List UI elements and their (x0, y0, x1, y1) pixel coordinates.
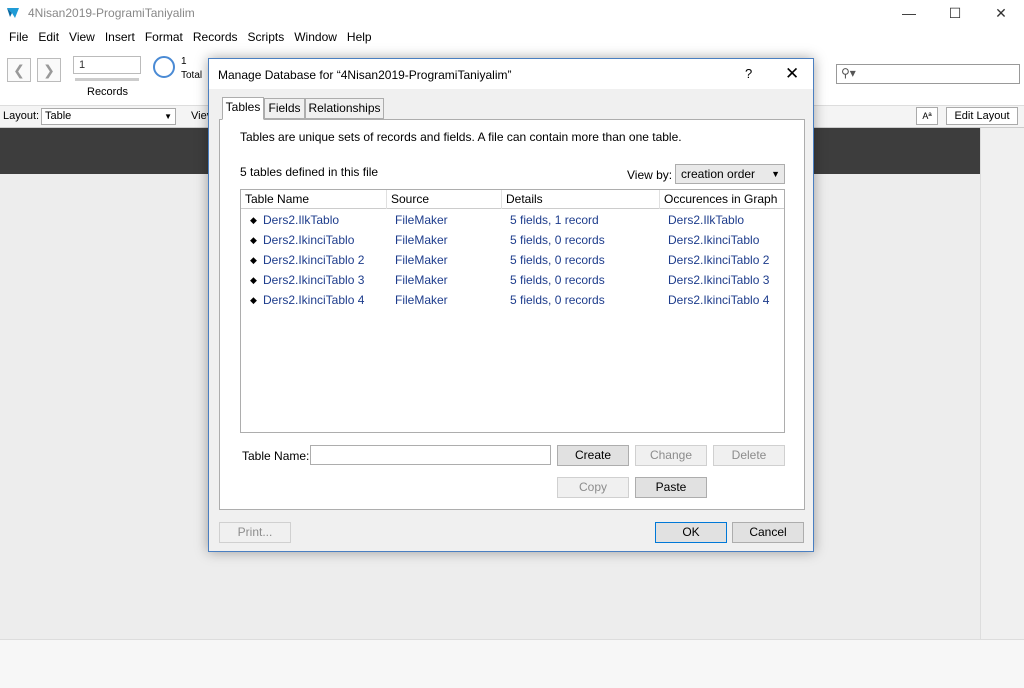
details-cell: 5 fields, 0 records (510, 293, 605, 307)
ok-button[interactable]: OK (655, 522, 727, 543)
table-name-cell: Ders2.IkinciTablo 3 (263, 273, 365, 287)
layout-select-value: Table (45, 110, 72, 122)
occurrences-cell: Ders2.IlkTablo (668, 213, 745, 227)
layout-label: Layout: (3, 110, 40, 122)
window-title: 4Nisan2019-ProgramiTaniyalim (28, 6, 195, 20)
maximize-icon[interactable]: ☐ (932, 0, 978, 26)
source-cell: FileMaker (395, 293, 448, 307)
menu-scripts[interactable]: Scripts (243, 30, 290, 44)
cancel-button[interactable]: Cancel (732, 522, 804, 543)
tables-description: Tables are unique sets of records and fi… (240, 130, 682, 144)
table-name-cell: Ders2.IlkTablo (263, 213, 340, 227)
occurrences-cell: Ders2.IkinciTablo 4 (668, 293, 770, 307)
table-name-label: Table Name: (242, 449, 310, 463)
quick-find-input[interactable]: ⚲▾ (836, 64, 1020, 84)
drag-handle-icon[interactable]: ◆ (250, 250, 257, 270)
minimize-icon[interactable]: — (886, 0, 932, 26)
total-label: Total (181, 70, 203, 81)
drag-handle-icon[interactable]: ◆ (250, 210, 257, 230)
copy-button[interactable]: Copy (557, 477, 629, 498)
column-header-source[interactable]: Source (387, 190, 502, 209)
tables-list[interactable]: Table Name Source Details Occurences in … (240, 189, 785, 433)
print-button[interactable]: Print... (219, 522, 291, 543)
chevron-left-icon: ❮ (13, 61, 25, 78)
chevron-right-icon: ❯ (43, 61, 55, 78)
table-name-cell: Ders2.IkinciTablo (263, 233, 355, 247)
table-name-cell: Ders2.IkinciTablo 2 (263, 253, 365, 267)
tab-tables[interactable]: Tables (222, 97, 264, 120)
tab-fields[interactable]: Fields (264, 98, 305, 119)
menu-format[interactable]: Format (140, 30, 188, 44)
menu-view[interactable]: View (64, 30, 100, 44)
search-icon: ⚲▾ (841, 66, 856, 80)
table-row[interactable]: ◆ Ders2.IkinciTablo 2 FileMaker 5 fields… (241, 250, 784, 270)
menu-window[interactable]: Window (289, 30, 342, 44)
menu-edit[interactable]: Edit (33, 30, 64, 44)
menu-records[interactable]: Records (188, 30, 243, 44)
column-header-details[interactable]: Details (502, 190, 660, 209)
occurrences-cell: Ders2.IkinciTablo 2 (668, 253, 770, 267)
details-cell: 5 fields, 0 records (510, 233, 605, 247)
chevron-down-icon: ▼ (771, 169, 780, 179)
menu-bar: File Edit View Insert Format Records Scr… (0, 26, 1024, 48)
drag-handle-icon[interactable]: ◆ (250, 270, 257, 290)
menu-file[interactable]: File (4, 30, 33, 44)
paste-button[interactable]: Paste (635, 477, 707, 498)
menu-help[interactable]: Help (342, 30, 377, 44)
tables-panel: Tables are unique sets of records and fi… (219, 119, 805, 510)
source-cell: FileMaker (395, 233, 448, 247)
previous-record-button[interactable]: ❮ (7, 58, 31, 82)
drag-handle-icon[interactable]: ◆ (250, 230, 257, 250)
source-cell: FileMaker (395, 273, 448, 287)
filemaker-icon (7, 8, 19, 18)
change-button[interactable]: Change (635, 445, 707, 466)
table-name-cell: Ders2.IkinciTablo 4 (263, 293, 365, 307)
current-record-input[interactable]: 1 (73, 56, 141, 74)
dialog-title: Manage Database for “4Nisan2019-Programi… (218, 68, 512, 82)
occurrences-cell: Ders2.IkinciTablo (668, 233, 760, 247)
app-titlebar: 4Nisan2019-ProgramiTaniyalim — ☐ ✕ (0, 0, 1024, 26)
source-cell: FileMaker (395, 213, 448, 227)
tables-count: 5 tables defined in this file (240, 165, 379, 179)
view-by-label: View by: (627, 168, 673, 182)
details-cell: 5 fields, 0 records (510, 273, 605, 287)
dialog-close-icon[interactable]: ✕ (785, 64, 799, 84)
delete-button[interactable]: Delete (713, 445, 785, 466)
create-button[interactable]: Create (557, 445, 629, 466)
record-pie-icon (153, 56, 175, 78)
manage-database-dialog: Manage Database for “4Nisan2019-Programi… (208, 58, 814, 552)
total-count: 1 (181, 56, 187, 67)
table-name-input[interactable] (310, 445, 551, 465)
records-label: Records (87, 86, 128, 98)
record-slider[interactable] (75, 78, 139, 81)
view-by-select[interactable]: creation order ▼ (675, 164, 785, 184)
tab-relationships[interactable]: Relationships (305, 98, 384, 119)
table-row[interactable]: ◆ Ders2.IkinciTablo 3 FileMaker 5 fields… (241, 270, 784, 290)
vertical-scrollbar[interactable] (980, 128, 1024, 639)
details-cell: 5 fields, 1 record (510, 213, 599, 227)
chevron-down-icon: ▼ (164, 112, 172, 121)
edit-layout-button[interactable]: Edit Layout (946, 107, 1018, 125)
help-icon[interactable]: ? (745, 66, 752, 81)
table-row[interactable]: ◆ Ders2.IlkTablo FileMaker 5 fields, 1 r… (241, 210, 784, 230)
occurrences-cell: Ders2.IkinciTablo 3 (668, 273, 770, 287)
column-header-occurrences[interactable]: Occurences in Graph (660, 190, 784, 209)
layout-select[interactable]: Table ▼ (41, 108, 176, 125)
menu-insert[interactable]: Insert (100, 30, 140, 44)
table-row[interactable]: ◆ Ders2.IkinciTablo FileMaker 5 fields, … (241, 230, 784, 250)
source-cell: FileMaker (395, 253, 448, 267)
formatting-bar-button[interactable]: Aª (916, 107, 938, 125)
table-row[interactable]: ◆ Ders2.IkinciTablo 4 FileMaker 5 fields… (241, 290, 784, 310)
bottom-statusbar (0, 639, 1024, 688)
next-record-button[interactable]: ❯ (37, 58, 61, 82)
dialog-titlebar: Manage Database for “4Nisan2019-Programi… (209, 59, 813, 89)
tables-list-header: Table Name Source Details Occurences in … (241, 190, 784, 209)
column-header-table-name[interactable]: Table Name (241, 190, 387, 209)
details-cell: 5 fields, 0 records (510, 253, 605, 267)
drag-handle-icon[interactable]: ◆ (250, 290, 257, 310)
view-by-value: creation order (681, 167, 756, 181)
close-icon[interactable]: ✕ (978, 0, 1024, 26)
